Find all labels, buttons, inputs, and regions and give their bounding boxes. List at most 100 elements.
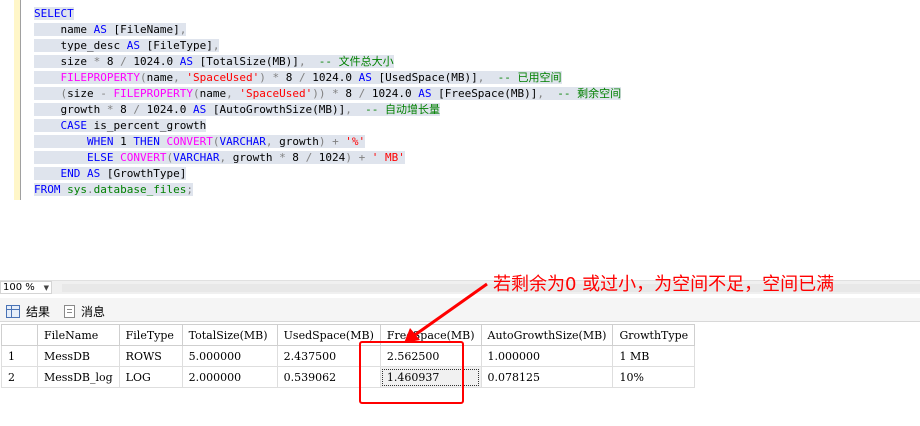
column-header-filetype[interactable]: FileType bbox=[118, 324, 183, 346]
cell-totalsize[interactable]: 5.000000 bbox=[181, 345, 278, 367]
code-token: size bbox=[34, 55, 94, 68]
code-token: FILEPROPERTY bbox=[60, 71, 140, 84]
code-token: VARCHAR bbox=[173, 151, 220, 164]
cell-filename[interactable]: MessDB bbox=[37, 345, 120, 367]
code-token: AS bbox=[192, 103, 207, 116]
code-line[interactable]: WHEN 1 THEN CONVERT(VARCHAR, growth) + '… bbox=[34, 134, 621, 150]
code-token: 1024.0 bbox=[305, 71, 359, 84]
code-line[interactable]: END AS [GrowthType] bbox=[34, 166, 621, 182]
cell-autogrowthsize[interactable]: 1.000000 bbox=[480, 345, 614, 367]
code-token: 1024.0 bbox=[126, 55, 180, 68]
code-token: FILEPROPERTY bbox=[113, 87, 193, 100]
column-header-filename[interactable]: FileName bbox=[37, 324, 120, 346]
code-line[interactable]: FROM sys.database_files; bbox=[34, 182, 621, 198]
selected-code: END AS [GrowthType] bbox=[34, 167, 187, 180]
grid-icon bbox=[6, 304, 20, 318]
code-token: , bbox=[345, 103, 352, 116]
code-token: - bbox=[100, 87, 107, 100]
selected-code: type_desc AS [FileType], bbox=[34, 39, 220, 52]
code-token: [GrowthType] bbox=[100, 167, 187, 180]
column-header-autogrowthsize[interactable]: AutoGrowthSize(MB) bbox=[480, 324, 614, 346]
zoom-value: 100 % bbox=[3, 282, 35, 293]
sql-editor[interactable]: SELECT name AS [FileName], type_desc AS … bbox=[0, 0, 920, 280]
code-token: database_files bbox=[93, 183, 187, 196]
code-line[interactable]: growth * 8 / 1024.0 AS [AutoGrowthSize(M… bbox=[34, 102, 621, 118]
tab-messages[interactable]: 消息 bbox=[64, 302, 105, 320]
code-line[interactable]: name AS [FileName], bbox=[34, 22, 621, 38]
code-token: , bbox=[179, 23, 187, 36]
sql-code[interactable]: SELECT name AS [FileName], type_desc AS … bbox=[34, 6, 622, 198]
code-token: . bbox=[87, 183, 94, 196]
code-token: name bbox=[34, 23, 94, 36]
code-token: / bbox=[120, 55, 127, 68]
chevron-down-icon[interactable]: ▼ bbox=[44, 282, 49, 294]
code-token: / bbox=[133, 103, 140, 116]
annotation-text: 若剩余为0 或过小，为空间不足，空间已满 bbox=[493, 274, 835, 295]
cell-filename[interactable]: MessDB_log bbox=[37, 366, 120, 388]
code-line[interactable]: size * 8 / 1024.0 AS [TotalSize(MB)], --… bbox=[34, 54, 621, 70]
code-token: [FileType] bbox=[139, 39, 213, 52]
tab-results[interactable]: 结果 bbox=[6, 302, 50, 320]
code-token: 8 bbox=[279, 71, 299, 84]
row-number[interactable]: 2 bbox=[1, 366, 38, 388]
selected-code: CASE is_percent_growth bbox=[34, 119, 207, 132]
row-number[interactable]: 1 bbox=[1, 345, 38, 367]
code-line[interactable]: CASE is_percent_growth bbox=[34, 118, 621, 134]
code-token: name bbox=[199, 87, 227, 100]
selected-code: ELSE CONVERT(VARCHAR, growth * 8 / 1024)… bbox=[34, 151, 405, 164]
code-token: + bbox=[332, 135, 339, 148]
results-table: FileName FileType TotalSize(MB) UsedSpac… bbox=[1, 324, 696, 388]
cell-autogrowthsize[interactable]: 0.078125 bbox=[480, 366, 614, 388]
column-header-growthtype[interactable]: GrowthType bbox=[612, 324, 696, 346]
code-token: is_percent_growth bbox=[87, 119, 207, 132]
cell-growthtype[interactable]: 1 MB bbox=[612, 345, 696, 367]
cell-filetype[interactable]: LOG bbox=[118, 366, 183, 388]
code-token: ) bbox=[259, 71, 266, 84]
tab-results-label: 结果 bbox=[26, 304, 51, 319]
cell-totalsize[interactable]: 2.000000 bbox=[181, 366, 278, 388]
zoom-select[interactable]: 100 % ▼ bbox=[0, 281, 52, 294]
highlight-box bbox=[359, 341, 464, 404]
code-line[interactable]: ELSE CONVERT(VARCHAR, growth * 8 / 1024)… bbox=[34, 150, 621, 166]
code-token: CONVERT bbox=[120, 151, 167, 164]
code-token: ELSE bbox=[86, 151, 114, 164]
column-header-rownum[interactable] bbox=[1, 324, 38, 346]
code-token: name bbox=[146, 71, 174, 84]
code-token: 8 bbox=[285, 151, 306, 164]
code-token: 1024 bbox=[312, 151, 346, 164]
cell-growthtype[interactable]: 10% bbox=[612, 366, 696, 388]
code-line[interactable]: FILEPROPERTY(name, 'SpaceUsed') * 8 / 10… bbox=[34, 70, 621, 86]
table-row[interactable]: 1 MessDB ROWS 5.000000 2.437500 2.562500… bbox=[1, 345, 696, 367]
code-token: , bbox=[226, 87, 233, 100]
code-token: -- 文件总大小 bbox=[305, 55, 394, 68]
code-token: ; bbox=[186, 183, 193, 196]
code-token: 'SpaceUsed' bbox=[179, 71, 260, 84]
selected-code: FILEPROPERTY(name, 'SpaceUsed') * 8 / 10… bbox=[34, 71, 562, 84]
column-header-totalsize[interactable]: TotalSize(MB) bbox=[181, 324, 278, 346]
code-token: -- 剩余空间 bbox=[544, 87, 622, 100]
code-token: CASE bbox=[60, 119, 88, 132]
editor-margin-line bbox=[20, 0, 21, 200]
code-token: ) bbox=[345, 151, 352, 164]
code-token: , bbox=[212, 39, 220, 52]
table-row[interactable]: 2 MessDB_log LOG 2.000000 0.539062 1.460… bbox=[1, 366, 696, 388]
code-token: WHEN bbox=[86, 135, 114, 148]
code-line[interactable]: type_desc AS [FileType], bbox=[34, 38, 621, 54]
code-token: -- 自动增长量 bbox=[351, 103, 441, 116]
cell-filetype[interactable]: ROWS bbox=[118, 345, 183, 367]
code-token: 8 bbox=[338, 87, 359, 100]
code-token: 'SpaceUsed' bbox=[232, 87, 313, 100]
code-token: ( bbox=[192, 87, 200, 100]
code-token: size bbox=[67, 87, 101, 100]
code-token: 8 bbox=[113, 103, 134, 116]
code-token: END bbox=[60, 167, 81, 180]
code-line[interactable]: SELECT bbox=[34, 6, 621, 22]
message-icon bbox=[64, 304, 75, 318]
code-line[interactable]: (size - FILEPROPERTY(name, 'SpaceUsed'))… bbox=[34, 86, 622, 102]
